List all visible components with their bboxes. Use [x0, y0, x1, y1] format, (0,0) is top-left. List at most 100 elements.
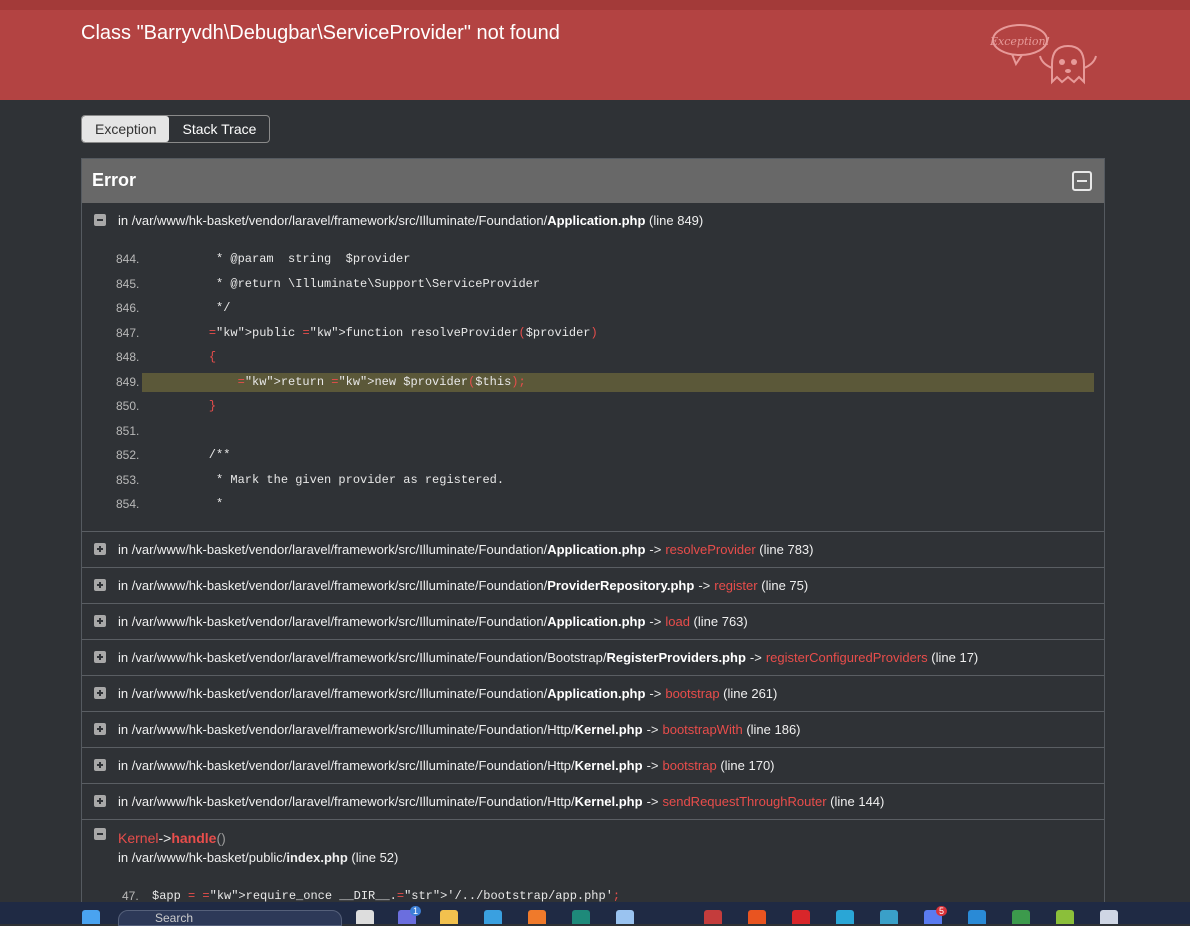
trace-frame[interactable]: in /var/www/hk-basket/vendor/laravel/fra…: [82, 676, 1104, 712]
tab-exception[interactable]: Exception: [82, 116, 170, 142]
frame-prefix: in: [118, 650, 129, 665]
code-text: ="kw">return ="kw">new $provider($this);: [237, 374, 526, 389]
app-icon[interactable]: [1056, 910, 1074, 924]
frame-path: /var/www/hk-basket/vendor/laravel/framew…: [131, 794, 575, 809]
collapse-frame-icon[interactable]: [94, 828, 106, 840]
app-icon[interactable]: [572, 910, 590, 924]
frame-line: (line 783): [759, 542, 814, 557]
frame-method: sendRequestThroughRouter: [662, 794, 827, 809]
app-icon[interactable]: [1100, 910, 1118, 924]
edge-icon[interactable]: [836, 910, 854, 924]
app-icon[interactable]: [1012, 910, 1030, 924]
frame-location[interactable]: in /var/www/hk-basket/vendor/laravel/fra…: [118, 578, 808, 593]
frame-file: Application.php: [547, 542, 646, 557]
expand-frame-icon[interactable]: [94, 723, 106, 735]
calendar-icon[interactable]: [880, 910, 898, 924]
frame-file: Kernel.php: [574, 722, 643, 737]
frame-location[interactable]: in /var/www/hk-basket/vendor/laravel/fra…: [118, 722, 801, 737]
frame-location[interactable]: in /var/www/hk-basket/public/index.php (…: [118, 850, 398, 865]
line-number: 853.: [116, 472, 140, 487]
frame-path: /var/www/hk-basket/vendor/laravel/framew…: [131, 722, 575, 737]
trace-frame[interactable]: in /var/www/hk-basket/vendor/laravel/fra…: [82, 532, 1104, 568]
expand-frame-icon[interactable]: [94, 759, 106, 771]
collapse-frame-icon[interactable]: [94, 214, 106, 226]
frame-prefix: in: [118, 578, 129, 593]
line-number: 851.: [116, 423, 140, 438]
frame-location[interactable]: in /var/www/hk-basket/vendor/laravel/fra…: [118, 542, 814, 557]
store-icon[interactable]: [484, 910, 502, 924]
trace-frame[interactable]: in /var/www/hk-basket/vendor/laravel/fra…: [82, 748, 1104, 784]
ubuntu-icon[interactable]: [748, 910, 766, 924]
trace-frame-expanded: Kernel->handle() in /var/www/hk-basket/p…: [82, 820, 1104, 910]
panel-header: Error: [82, 159, 1104, 203]
frame-location[interactable]: in /var/www/hk-basket/vendor/laravel/fra…: [118, 686, 777, 701]
trace-frame[interactable]: in /var/www/hk-basket/vendor/laravel/fra…: [82, 604, 1104, 640]
tab-stack-trace[interactable]: Stack Trace: [169, 116, 269, 142]
file-explorer-icon[interactable]: [440, 910, 458, 924]
code-line: 844. * @param string $provider: [82, 247, 1104, 272]
code-text: ="kw">public ="kw">function resolveProvi…: [208, 325, 598, 340]
expand-frame-icon[interactable]: [94, 795, 106, 807]
trace-frame[interactable]: in /var/www/hk-basket/vendor/laravel/fra…: [82, 640, 1104, 676]
frame-parens: (): [216, 830, 226, 846]
frame-file: Application.php: [547, 686, 646, 701]
frame-class: Kernel: [118, 830, 159, 846]
frame-location[interactable]: in /var/www/hk-basket/vendor/laravel/fra…: [118, 650, 978, 665]
taskbar-search-placeholder: Search: [155, 911, 194, 925]
frame-file: Kernel.php: [574, 758, 643, 773]
trace-frame-expanded: in /var/www/hk-basket/vendor/laravel/fra…: [82, 203, 1104, 532]
frame-prefix: in: [118, 686, 129, 701]
notification-badge: 5: [936, 906, 948, 916]
vscode-icon[interactable]: [968, 910, 986, 924]
notification-badge: 1: [410, 906, 422, 916]
filezilla-icon[interactable]: [792, 910, 810, 924]
expand-frame-icon[interactable]: [94, 543, 106, 555]
expand-frame-icon[interactable]: [94, 651, 106, 663]
frame-path: /var/www/hk-basket/vendor/laravel/framew…: [131, 650, 607, 665]
frame-arrow: ->: [649, 542, 662, 557]
frame-arrow: ->: [646, 758, 659, 773]
exception-title: Class "Barryvdh\Debugbar\ServiceProvider…: [81, 22, 560, 44]
trace-frame[interactable]: in /var/www/hk-basket/vendor/laravel/fra…: [82, 568, 1104, 604]
taskview-icon[interactable]: [356, 910, 374, 924]
expand-frame-icon[interactable]: [94, 687, 106, 699]
chrome-icon[interactable]: [616, 910, 634, 924]
code-line: 846. */: [82, 296, 1104, 321]
frame-method: bootstrap: [665, 686, 720, 701]
frame-path: /var/www/hk-basket/vendor/laravel/framew…: [131, 758, 575, 773]
frame-location[interactable]: in /var/www/hk-basket/vendor/laravel/fra…: [118, 213, 703, 228]
frame-location[interactable]: in /var/www/hk-basket/vendor/laravel/fra…: [118, 794, 884, 809]
frame-method: resolveProvider: [665, 542, 756, 557]
collapse-icon[interactable]: [1072, 171, 1092, 191]
trace-frame[interactable]: in /var/www/hk-basket/vendor/laravel/fra…: [82, 784, 1104, 820]
windows-start-icon[interactable]: [82, 910, 100, 924]
expand-frame-icon[interactable]: [94, 579, 106, 591]
code-text: *: [180, 497, 224, 511]
line-number: 847.: [116, 325, 140, 340]
frame-prefix: in: [118, 758, 129, 773]
frame-arrow: ->: [649, 686, 662, 701]
frame-line: (line 144): [830, 794, 885, 809]
frame-location[interactable]: in /var/www/hk-basket/vendor/laravel/fra…: [118, 758, 775, 773]
code-text: * Mark the given provider as registered.: [180, 472, 505, 487]
line-number: 850.: [116, 399, 140, 413]
line-number: 846.: [116, 301, 140, 315]
code-line: 853. * Mark the given provider as regist…: [82, 468, 1104, 493]
frame-prefix: in: [118, 542, 129, 557]
frame-arrow: ->: [158, 830, 172, 846]
frame-method: bootstrap: [662, 758, 717, 773]
avatar-app-icon[interactable]: [704, 910, 722, 924]
line-number: 845.: [116, 276, 140, 291]
frame-arrow: ->: [646, 794, 659, 809]
expand-frame-icon[interactable]: [94, 615, 106, 627]
frame-call[interactable]: Kernel->handle(): [118, 830, 226, 846]
code-line: 847. ="kw">public ="kw">function resolve…: [82, 321, 1104, 346]
frame-line: (line 261): [723, 686, 778, 701]
frame-file: Kernel.php: [574, 794, 643, 809]
frame-path: /var/www/hk-basket/vendor/laravel/framew…: [131, 578, 548, 593]
firefox-icon[interactable]: [528, 910, 546, 924]
frame-location[interactable]: in /var/www/hk-basket/vendor/laravel/fra…: [118, 614, 748, 629]
trace-frame[interactable]: in /var/www/hk-basket/vendor/laravel/fra…: [82, 712, 1104, 748]
code-line: 852. /**: [82, 443, 1104, 468]
frame-line: (line 17): [931, 650, 979, 665]
